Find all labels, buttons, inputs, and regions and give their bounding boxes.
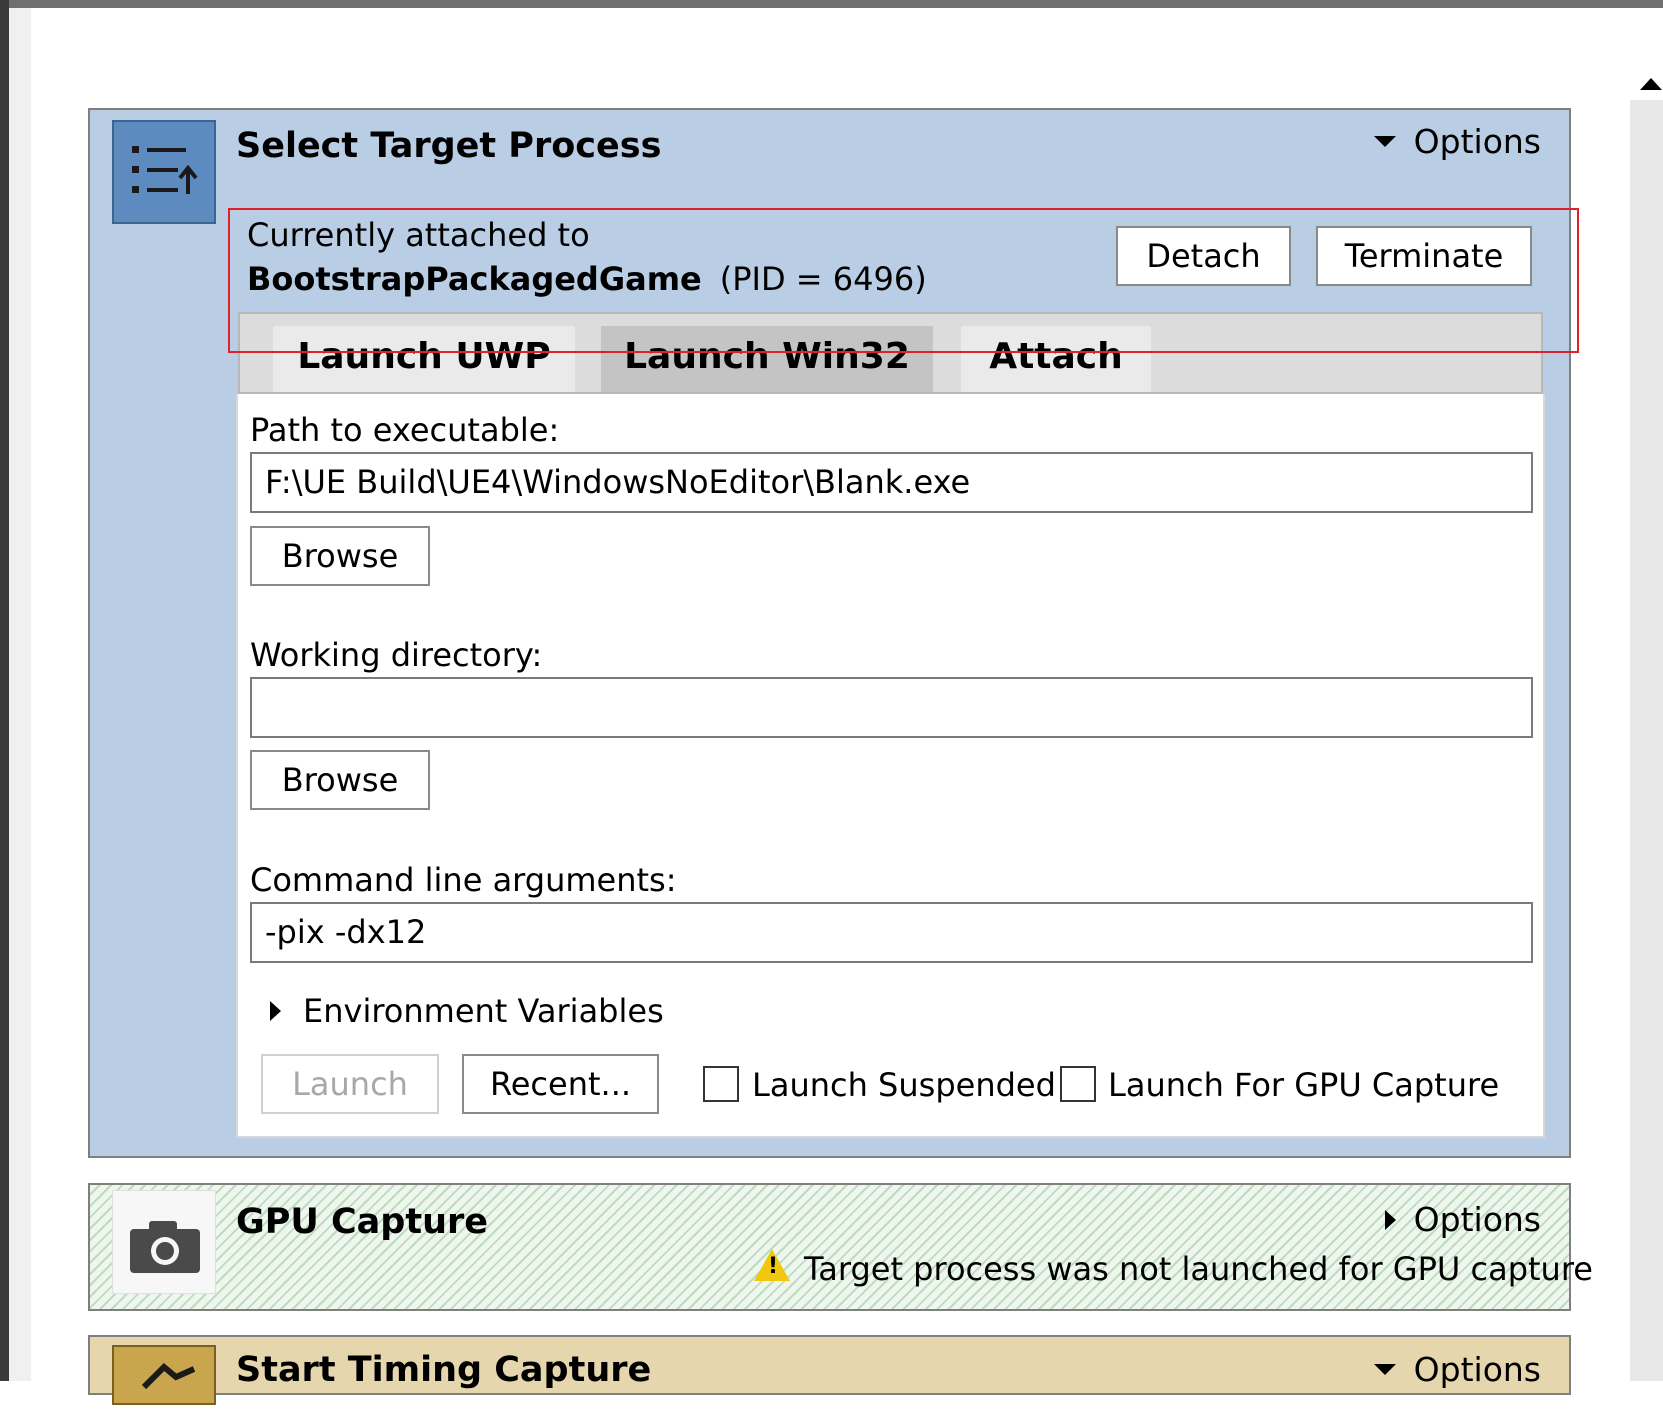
env-vars-label: Environment Variables: [303, 992, 664, 1030]
options-label: Options: [1413, 122, 1541, 161]
options-label: Options: [1413, 1350, 1541, 1389]
launch-button[interactable]: Launch: [261, 1054, 439, 1114]
tab-attach[interactable]: Attach: [961, 326, 1151, 392]
chevron-down-icon: [1373, 1364, 1396, 1375]
timing-capture-title: Start Timing Capture: [236, 1350, 652, 1390]
gpu-capture-options[interactable]: Options: [1384, 1200, 1541, 1239]
cmd-args-input[interactable]: -pix -dx12: [250, 902, 1533, 963]
attached-prefix: Currently attached to: [247, 216, 590, 254]
attached-process: BootstrapPackagedGame (PID = 6496): [247, 260, 927, 298]
launch-suspended-label: Launch Suspended: [752, 1066, 1056, 1104]
select-target-options[interactable]: Options: [1373, 122, 1541, 161]
gpu-capture-title: GPU Capture: [236, 1202, 488, 1242]
process-name: BootstrapPackagedGame: [247, 260, 702, 298]
timing-capture-options[interactable]: Options: [1373, 1350, 1541, 1389]
terminate-button[interactable]: Terminate: [1316, 226, 1532, 286]
camera-icon: [112, 1190, 216, 1294]
vertical-scrollbar[interactable]: [1630, 100, 1663, 1381]
timing-icon: [112, 1345, 216, 1405]
select-target-title: Select Target Process: [236, 126, 662, 166]
recent-button[interactable]: Recent...: [462, 1054, 659, 1114]
path-input[interactable]: F:\UE Build\UE4\WindowsNoEditor\Blank.ex…: [250, 452, 1533, 513]
chevron-right-icon: [1384, 1209, 1396, 1230]
env-vars-expander[interactable]: Environment Variables: [270, 992, 664, 1030]
launch-gpu-capture-checkbox[interactable]: [1060, 1066, 1096, 1102]
scroll-up-arrow-icon[interactable]: [1640, 78, 1662, 90]
detach-button[interactable]: Detach: [1116, 226, 1291, 286]
window-top-border: [0, 0, 1663, 8]
target-list-icon: [112, 120, 216, 224]
working-dir-input[interactable]: [250, 677, 1533, 738]
window-left-border: [0, 0, 9, 1381]
browse-path-button[interactable]: Browse: [250, 526, 430, 586]
cmd-args-label: Command line arguments:: [250, 861, 677, 899]
chevron-right-icon: [270, 1001, 281, 1021]
working-dir-label: Working directory:: [250, 636, 543, 674]
warning-exclamation: !: [768, 1254, 779, 1279]
browse-working-dir-button[interactable]: Browse: [250, 750, 430, 810]
gpu-capture-warning: Target process was not launched for GPU …: [804, 1250, 1593, 1288]
launch-tabs: Launch UWP Launch Win32 Attach: [238, 312, 1543, 394]
launch-suspended-checkbox[interactable]: [703, 1066, 739, 1102]
path-label: Path to executable:: [250, 411, 560, 449]
tab-launch-win32[interactable]: Launch Win32: [601, 326, 933, 392]
process-pid: (PID = 6496): [719, 260, 927, 298]
tab-launch-uwp[interactable]: Launch UWP: [273, 326, 575, 392]
left-gutter: [9, 8, 31, 1381]
launch-gpu-capture-label: Launch For GPU Capture: [1108, 1066, 1500, 1104]
chevron-down-icon: [1373, 136, 1396, 147]
options-label: Options: [1413, 1200, 1541, 1239]
